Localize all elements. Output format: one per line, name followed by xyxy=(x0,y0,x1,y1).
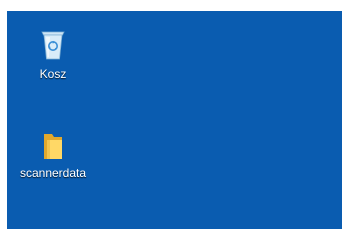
recycle-bin-label: Kosz xyxy=(39,67,67,81)
scannerdata-label: scannerdata xyxy=(19,166,87,180)
desktop-background: Kosz scannerdata xyxy=(7,11,342,229)
desktop-icon-scannerdata[interactable]: scannerdata xyxy=(13,131,93,180)
desktop-icon-recycle-bin[interactable]: Kosz xyxy=(13,26,93,81)
folder-icon xyxy=(44,134,62,159)
recycle-bin-icon xyxy=(41,31,65,60)
